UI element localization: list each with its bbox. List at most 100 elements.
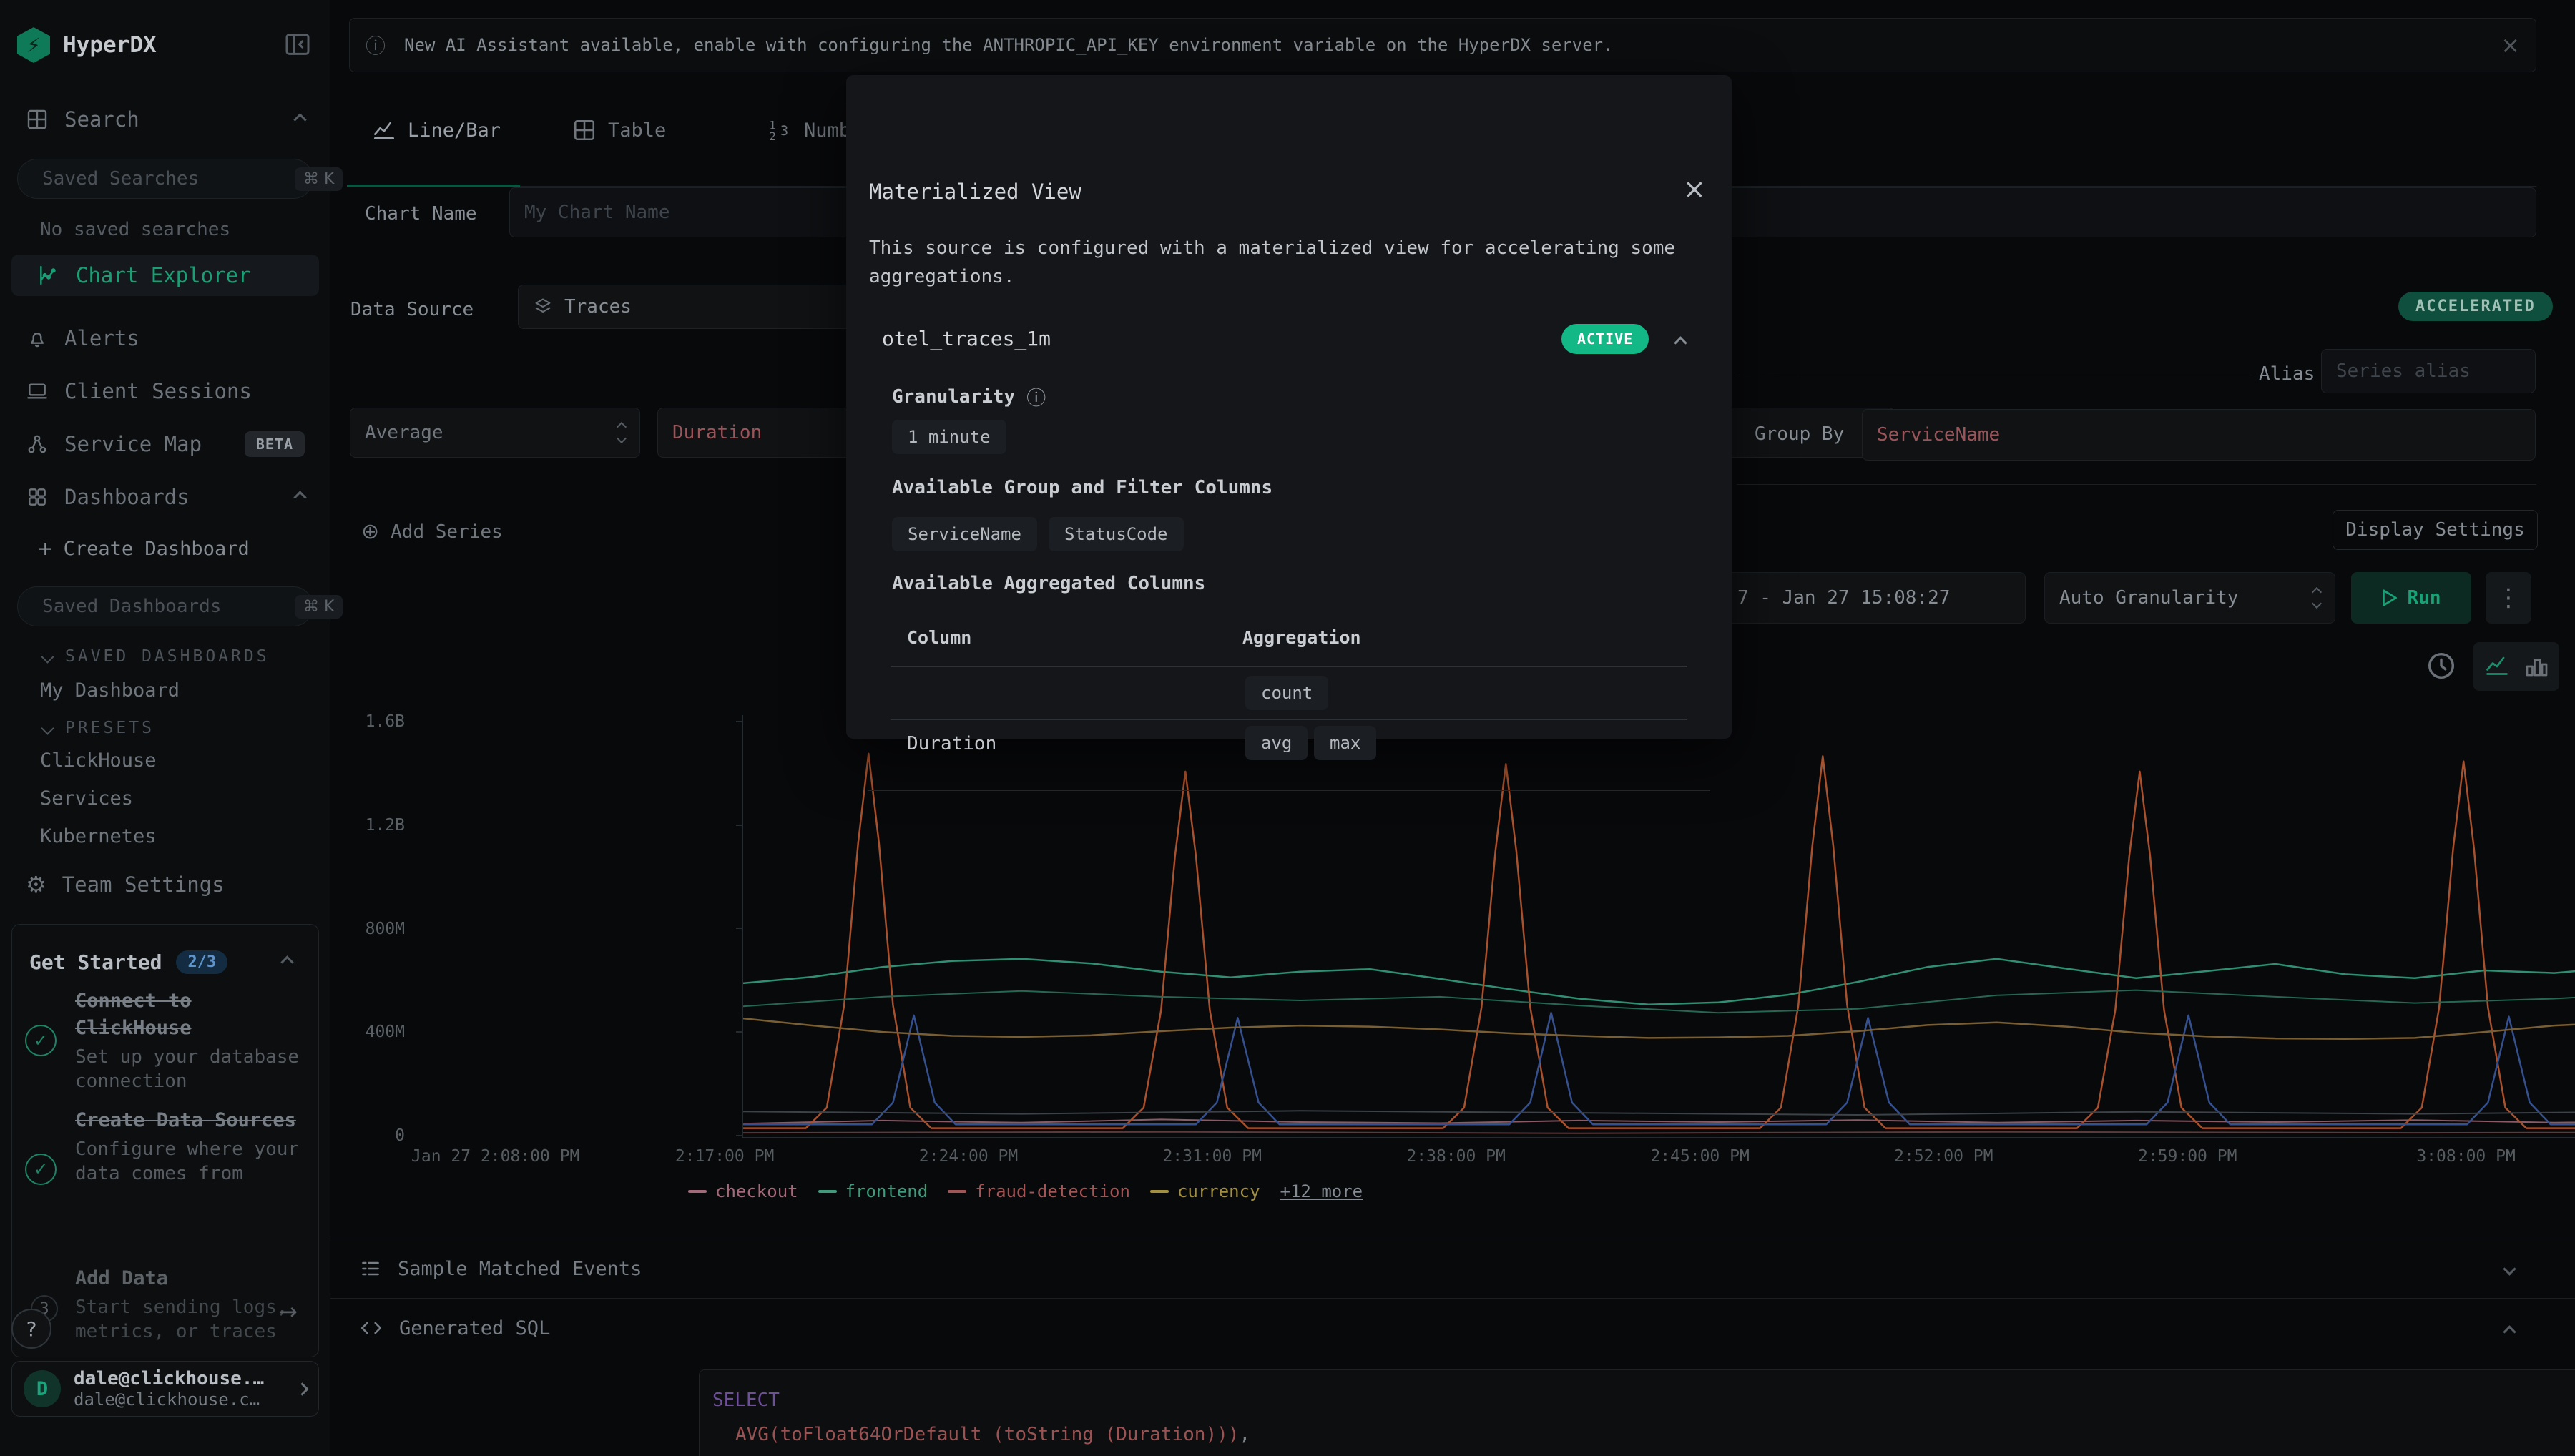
modal-footer-divider bbox=[868, 790, 1710, 791]
modal-close-icon[interactable]: × bbox=[1683, 175, 1706, 202]
help-button[interactable]: ? bbox=[11, 1309, 52, 1349]
banner-close-icon[interactable]: × bbox=[2501, 31, 2520, 59]
accelerated-badge: ACCELERATED bbox=[2398, 292, 2553, 321]
info-icon[interactable]: ⓘ bbox=[1026, 383, 1046, 410]
display-settings-button[interactable]: Display Settings bbox=[2333, 510, 2538, 550]
chevron-down-icon[interactable] bbox=[2503, 1262, 2516, 1275]
saved-dashboards-search[interactable]: ⌘ K bbox=[17, 586, 313, 626]
x-tick-label: 2:17:00 PM bbox=[675, 1147, 774, 1166]
chart-line-icon bbox=[37, 264, 60, 287]
sidebar-item-clickhouse[interactable]: ClickHouse bbox=[40, 749, 157, 772]
get-started-step-3[interactable]: Add Data Start sending logs, metrics, or… bbox=[75, 1265, 304, 1344]
line-chart-icon bbox=[372, 118, 396, 142]
materialized-view-modal: Materialized View × This source is confi… bbox=[846, 75, 1732, 739]
sidebar-item-kubernetes[interactable]: Kubernetes bbox=[40, 825, 157, 847]
group-by-inputbox[interactable] bbox=[1862, 409, 2536, 461]
x-tick-label: 2:24:00 PM bbox=[919, 1147, 1018, 1166]
time-range-inputbox[interactable]: 7 - Jan 27 15:08:27 bbox=[1722, 572, 2026, 624]
saved-dashboards-section[interactable]: SAVED DASHBOARDS bbox=[43, 647, 270, 666]
aggregated-heading: Available Aggregated Columns bbox=[892, 573, 1205, 594]
tab-line-bar[interactable]: Line/Bar bbox=[372, 118, 501, 142]
monitor-icon bbox=[26, 380, 49, 403]
series-frontend bbox=[743, 940, 2575, 1005]
user-name: dale@clickhouse.… bbox=[74, 1368, 285, 1389]
table-header-column: Column bbox=[907, 627, 971, 648]
generated-sql-panel-header[interactable]: Generated SQL bbox=[359, 1316, 550, 1340]
user-email: dale@clickhouse.c… bbox=[74, 1389, 285, 1410]
sidebar-item-my-dashboard[interactable]: My Dashboard bbox=[40, 679, 180, 702]
chart-type-toggle bbox=[2473, 642, 2559, 691]
get-started-step-2[interactable]: Create Data Sources Configure where your… bbox=[75, 1107, 304, 1186]
user-menu[interactable]: D dale@clickhouse.… dale@clickhouse.c… bbox=[11, 1361, 319, 1417]
table-icon bbox=[572, 118, 597, 142]
chevron-up-icon[interactable] bbox=[1674, 336, 1687, 349]
tab-table[interactable]: Table bbox=[572, 118, 666, 142]
legend-item-frontend[interactable]: frontend bbox=[818, 1181, 928, 1201]
saved-searches-input[interactable] bbox=[42, 168, 283, 190]
plus-circle-icon: ⊕ bbox=[361, 519, 379, 544]
sidebar-item-search[interactable]: Search bbox=[0, 99, 330, 140]
saved-searches-search[interactable]: ⌘ K bbox=[17, 159, 313, 199]
get-started-progress-badge: 2/3 bbox=[176, 950, 227, 974]
beta-badge: BETA bbox=[245, 431, 305, 457]
time-range-value: 7 - Jan 27 15:08:27 bbox=[1737, 587, 1950, 609]
brand[interactable]: ⚡ HyperDX bbox=[17, 27, 157, 63]
chevron-right-icon bbox=[295, 1382, 308, 1395]
sidebar: ⚡ HyperDX Search ⌘ K No saved searches C… bbox=[0, 0, 330, 1456]
chart-series-svg bbox=[743, 715, 2575, 1138]
run-button[interactable]: Run bbox=[2351, 572, 2471, 624]
legend-dash-icon bbox=[1150, 1190, 1169, 1193]
sidebar-item-alerts[interactable]: Alerts bbox=[0, 318, 330, 359]
modal-title: Materialized View bbox=[869, 179, 1082, 204]
banner-text: New AI Assistant available, enable with … bbox=[404, 35, 1614, 55]
sql-keyword: SELECT bbox=[712, 1389, 780, 1411]
sidebar-collapse-button[interactable] bbox=[283, 30, 312, 59]
aggregation-select[interactable]: Average bbox=[350, 408, 640, 458]
time-toggle-button[interactable] bbox=[2425, 649, 2458, 682]
sql-code-block[interactable]: SELECT AVG(toFloat64OrDefault (toString … bbox=[699, 1369, 2575, 1456]
granularity-select[interactable]: Auto Granularity bbox=[2044, 572, 2335, 624]
sidebar-item-dashboards[interactable]: Dashboards bbox=[0, 476, 330, 518]
x-tick-label: 3:08:00 PM bbox=[2416, 1147, 2515, 1166]
play-icon bbox=[2382, 589, 2398, 606]
legend-more-link[interactable]: +12 more bbox=[1280, 1181, 1363, 1201]
clock-icon bbox=[2425, 649, 2458, 682]
sidebar-item-service-map[interactable]: Service Map BETA bbox=[0, 423, 330, 465]
get-started-step-1[interactable]: Connect to ClickHouse Set up your databa… bbox=[75, 988, 304, 1093]
sidebar-item-chart-explorer[interactable]: Chart Explorer bbox=[11, 255, 319, 296]
legend-item-checkout[interactable]: checkout bbox=[688, 1181, 798, 1201]
alias-inputbox[interactable] bbox=[2321, 349, 2536, 393]
alias-input[interactable] bbox=[2336, 360, 2575, 382]
sidebar-item-team-settings[interactable]: ⚙ Team Settings bbox=[0, 864, 330, 905]
legend-item-currency[interactable]: currency bbox=[1150, 1181, 1260, 1201]
chevron-up-icon[interactable] bbox=[280, 955, 293, 968]
hyperdx-logo-icon: ⚡ bbox=[17, 27, 50, 63]
select-chevrons-icon bbox=[618, 423, 625, 442]
series-checkout bbox=[743, 1119, 2575, 1123]
sidebar-item-client-sessions[interactable]: Client Sessions bbox=[0, 370, 330, 412]
add-series-button[interactable]: ⊕ Add Series bbox=[361, 519, 503, 544]
plus-icon: + bbox=[37, 538, 54, 560]
number-icon: 123 bbox=[768, 118, 793, 142]
list-icon bbox=[359, 1257, 382, 1280]
chart-plot-area[interactable] bbox=[742, 715, 2575, 1138]
legend-item-fraud-detection[interactable]: fraud-detection bbox=[948, 1181, 1130, 1201]
no-saved-searches-label: No saved searches bbox=[40, 219, 230, 240]
sidebar-item-services[interactable]: Services bbox=[40, 787, 133, 810]
active-badge: ACTIVE bbox=[1561, 324, 1649, 354]
brand-name: HyperDX bbox=[63, 32, 157, 58]
group-by-input[interactable] bbox=[1877, 424, 2521, 446]
create-dashboard-button[interactable]: + Create Dashboard bbox=[37, 538, 250, 560]
line-chart-toggle-icon[interactable] bbox=[2484, 654, 2510, 679]
question-icon: ? bbox=[26, 1317, 37, 1341]
more-options-button[interactable]: ⋮ bbox=[2486, 572, 2531, 624]
table-divider bbox=[891, 719, 1687, 720]
sample-events-panel-header[interactable]: Sample Matched Events bbox=[359, 1257, 642, 1280]
bar-chart-toggle-icon[interactable] bbox=[2523, 654, 2549, 679]
presets-section[interactable]: PRESETS bbox=[43, 719, 154, 737]
select-chevrons-icon bbox=[2313, 589, 2320, 607]
x-axis-ticks: Jan 27 2:08:00 PM 2:17:00 PM 2:24:00 PM … bbox=[411, 1147, 2536, 1176]
chevron-up-icon[interactable] bbox=[2503, 1325, 2516, 1338]
saved-dashboards-input[interactable] bbox=[42, 596, 283, 617]
series-other-gray bbox=[743, 1111, 2575, 1115]
